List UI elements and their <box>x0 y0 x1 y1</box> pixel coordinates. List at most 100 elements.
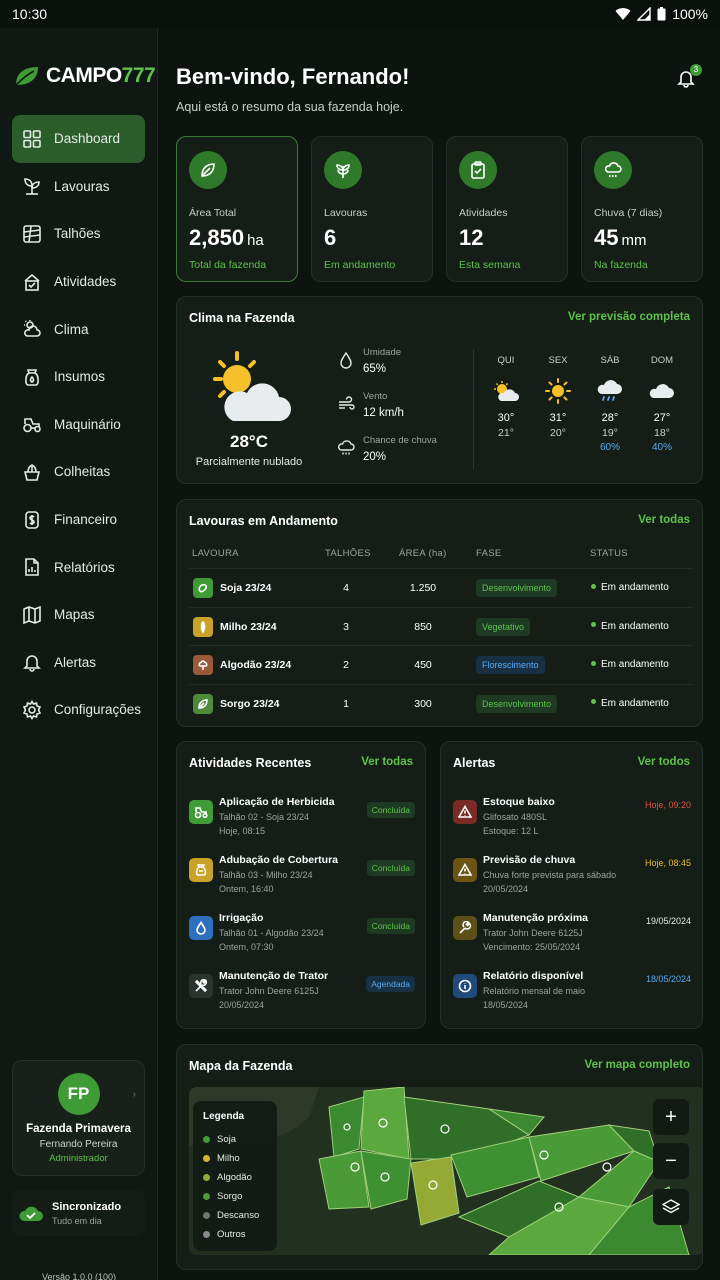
water-drop-icon <box>189 916 213 940</box>
zoom-in-button[interactable]: + <box>653 1099 689 1135</box>
sidebar-item-insumos[interactable]: Insumos <box>12 353 145 401</box>
alert-extra: Vencimento: 25/05/2024 <box>483 942 581 952</box>
alert-item[interactable]: Relatório disponível Relatório mensal de… <box>453 970 691 1026</box>
alert-title: Manutenção próxima <box>483 912 589 924</box>
cotton-icon <box>193 655 213 675</box>
sidebar-item-mapas[interactable]: Mapas <box>12 591 145 639</box>
legend-dot <box>203 1136 210 1143</box>
stat-card-lavouras[interactable]: Lavouras 6 Em andamento <box>311 136 433 282</box>
gear-icon <box>22 699 42 720</box>
phase-badge: Florescimento <box>476 656 545 674</box>
activity-time: Ontem, 16:40 <box>219 884 274 894</box>
alerts-view-all-link[interactable]: Ver todos <box>638 756 690 768</box>
sidebar-item-atividades[interactable]: Atividades <box>12 258 145 306</box>
status-badge: Em andamento <box>591 582 669 593</box>
activity-item[interactable]: Adubação de Cobertura Talhão 03 - Milho … <box>189 854 415 910</box>
current-temperature: 28°C <box>230 432 268 451</box>
map-title: Mapa da Fazenda <box>189 1059 293 1073</box>
legend-label: Sorgo <box>217 1191 243 1202</box>
sidebar-item-colheitas[interactable]: Colheitas <box>12 448 145 496</box>
rain-chance-value: 20% <box>363 451 387 463</box>
fertilizer-icon <box>189 858 213 882</box>
crop-plots: 3 <box>343 620 349 633</box>
sidebar-item-clima[interactable]: Clima <box>12 305 145 353</box>
alert-extra: Estoque: 12 L <box>483 826 539 836</box>
column-header: LAVOURA <box>192 548 239 559</box>
sync-status[interactable]: Sincronizado Tudo em dia <box>12 1190 145 1236</box>
alert-title: Previsão de chuva <box>483 854 576 866</box>
stat-subtitle: Na fazenda <box>594 259 648 271</box>
crop-area: 450 <box>414 659 432 671</box>
user-card[interactable]: FP Fazenda Primavera Fernando Pereira Ad… <box>12 1060 145 1176</box>
table-row[interactable]: Milho 23/24 3 850 Vegetativo Em andament… <box>189 606 693 646</box>
weather-forecast-link[interactable]: Ver previsão completa <box>568 311 690 323</box>
sun-icon <box>545 378 571 404</box>
sidebar-item-label: Dashboard <box>54 131 121 147</box>
stat-unit: ha <box>247 232 264 249</box>
tasks-icon <box>24 273 40 291</box>
layers-button[interactable] <box>653 1189 689 1225</box>
sidebar-item-label: Mapas <box>54 607 95 623</box>
activities-view-all-link[interactable]: Ver todas <box>361 756 413 768</box>
farm-map-card: Mapa da Fazenda Ver mapa completo Legend… <box>176 1044 703 1270</box>
clipboard-check-icon <box>459 151 497 189</box>
forecast-max: 31° <box>549 412 567 424</box>
zoom-out-button[interactable]: − <box>653 1143 689 1179</box>
harvest-icon <box>23 464 41 481</box>
alerts-title: Alertas <box>453 756 496 770</box>
sync-subtitle: Tudo em dia <box>52 1215 102 1226</box>
chevron-right-icon: › <box>132 1089 136 1100</box>
sidebar-item-maquinario[interactable]: Maquinário <box>12 401 145 449</box>
crop-plots: 4 <box>343 582 349 594</box>
stat-card-atividades[interactable]: Atividades 12 Esta semana <box>446 136 568 282</box>
sidebar-item-relatorios[interactable]: Relatórios <box>12 543 145 591</box>
info-icon <box>453 974 477 998</box>
table-row[interactable]: Soja 23/24 4 1.250 Desenvolvimento Em an… <box>189 568 693 607</box>
rain-cloud-icon <box>597 380 622 401</box>
alert-item[interactable]: Manutenção próxima Trator John Deere 612… <box>453 912 691 968</box>
sidebar-item-label: Financeiro <box>54 512 118 528</box>
divider <box>473 349 474 469</box>
sprout-icon <box>24 178 40 196</box>
sidebar-item-dashboard[interactable]: Dashboard <box>12 115 145 163</box>
map-view-full-link[interactable]: Ver mapa completo <box>585 1059 690 1071</box>
sidebar-item-lavouras[interactable]: Lavouras <box>12 163 145 211</box>
activity-time: 20/05/2024 <box>219 1000 265 1010</box>
forecast-min: 18° <box>654 427 670 439</box>
crops-view-all-link[interactable]: Ver todas <box>638 514 690 526</box>
alert-extra: 18/05/2024 <box>483 1000 529 1010</box>
sidebar-item-alertas[interactable]: Alertas <box>12 639 145 687</box>
stat-card-chuva[interactable]: Chuva (7 dias) 45 mm Na fazenda <box>581 136 703 282</box>
legend-dot <box>203 1193 210 1200</box>
rain-cloud-icon <box>594 151 632 189</box>
wrench-icon <box>453 916 477 940</box>
alert-item[interactable]: Estoque baixo Glifosato 480SL Estoque: 1… <box>453 796 691 852</box>
activity-item[interactable]: Aplicação de Herbicida Talhão 02 - Soja … <box>189 796 415 852</box>
activity-item[interactable]: Irrigação Talhão 01 - Algodão 23/24 Onte… <box>189 912 415 968</box>
stat-value: 45 <box>594 225 619 250</box>
stat-label: Área Total <box>189 207 237 219</box>
user-name: Fernando Pereira <box>39 1139 118 1150</box>
column-header: TALHÕES <box>325 548 371 559</box>
stat-value: 2,850 <box>189 225 245 250</box>
stat-card-area[interactable]: Área Total 2,850 ha Total da fazenda <box>176 136 298 282</box>
stat-subtitle: Em andamento <box>324 259 396 271</box>
sidebar-item-configuracoes[interactable]: Configurações <box>12 686 145 734</box>
sidebar-item-label: Atividades <box>54 274 117 290</box>
legend-item: Soja <box>203 1130 267 1149</box>
sidebar-item-label: Relatórios <box>54 559 115 575</box>
activity-item[interactable]: Manutenção de Trator Trator John Deere 6… <box>189 970 415 1026</box>
sidebar-item-financeiro[interactable]: Financeiro <box>12 496 145 544</box>
legend-item: Descanso <box>203 1206 267 1225</box>
phase-badge: Vegetativo <box>476 617 531 636</box>
table-row[interactable]: Sorgo 23/24 1 300 Desenvolvimento Em and… <box>189 683 693 723</box>
legend-item: Algodão <box>203 1168 267 1187</box>
alert-item[interactable]: Previsão de chuva Chuva forte prevista p… <box>453 854 691 910</box>
money-icon <box>25 510 39 529</box>
brand-logo[interactable]: CAMPO777 <box>14 64 156 88</box>
activity-location: Trator John Deere 6125J <box>219 986 319 996</box>
sidebar-item-talhoes[interactable]: Talhões <box>12 210 145 258</box>
crop-name: Soja 23/24 <box>220 582 272 594</box>
weather-title: Clima na Fazenda <box>189 311 295 325</box>
table-row[interactable]: Algodão 23/24 2 450 Florescimento Em and… <box>189 645 693 684</box>
